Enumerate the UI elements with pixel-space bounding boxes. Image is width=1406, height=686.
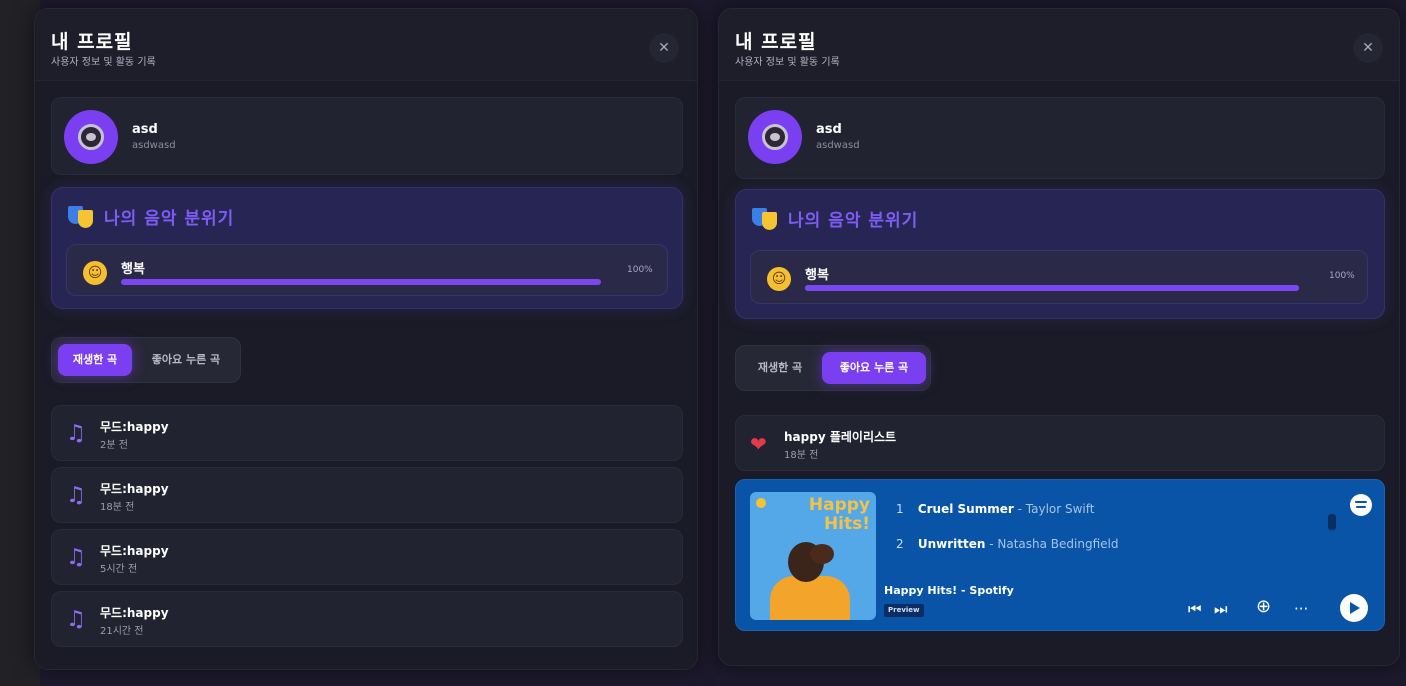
track-artist: Natasha Bedingfield xyxy=(997,537,1119,551)
history-title: 무드:happy xyxy=(100,482,169,496)
spotify-mini-icon xyxy=(756,498,766,508)
tab-played-songs[interactable]: 재생한 곡 xyxy=(742,352,818,384)
profile-modal-played: 내 프로필 사용자 정보 및 활동 기록 ✕ asd asdwasd 나의 음악… xyxy=(34,8,698,670)
mood-progress-track xyxy=(121,279,601,285)
close-button[interactable]: ✕ xyxy=(649,33,679,63)
next-track-icon[interactable]: ⏭ xyxy=(1214,598,1228,620)
tracklist-scrollbar[interactable] xyxy=(1328,514,1336,530)
mood-item: ☺ 행복 100% xyxy=(66,244,668,296)
mood-progress-fill xyxy=(121,279,601,285)
history-item[interactable]: ♫ 무드:happy 5시간 전 xyxy=(51,529,683,585)
tab-liked-songs[interactable]: 좋아요 누른 곡 xyxy=(136,344,236,376)
mood-progress-fill xyxy=(805,285,1299,291)
previous-track-icon[interactable]: ⏮ xyxy=(1188,598,1202,620)
user-id: asdwasd xyxy=(132,140,176,151)
modal-subtitle: 사용자 정보 및 활동 기록 xyxy=(51,57,156,68)
liked-title: happy 플레이리스트 xyxy=(784,430,897,444)
playlist-name[interactable]: Happy Hits! - Spotify xyxy=(884,584,1014,597)
music-mood-panel: 나의 음악 분위기 ☺ 행복 100% xyxy=(735,189,1385,319)
history-time: 5시간 전 xyxy=(100,564,138,575)
avatar xyxy=(64,110,118,164)
history-item[interactable]: ♫ 무드:happy 21시간 전 xyxy=(51,591,683,647)
track-artist: Taylor Swift xyxy=(1025,502,1095,516)
mood-percent: 100% xyxy=(627,265,653,275)
username: asd xyxy=(132,122,158,137)
preview-badge: Preview xyxy=(884,604,924,617)
liked-playlist-item[interactable]: ❤ happy 플레이리스트 18분 전 xyxy=(735,415,1385,471)
liked-time: 18분 전 xyxy=(784,450,819,461)
spotify-embed: Happy Hits! 1 Cruel Summer - Taylor Swif… xyxy=(735,479,1385,631)
music-note-icon: ♫ xyxy=(66,545,86,570)
music-note-icon: ♫ xyxy=(66,483,86,508)
theater-masks-icon xyxy=(68,205,94,228)
history-tabs: 재생한 곡 좋아요 누른 곡 xyxy=(51,337,241,383)
music-mood-panel: 나의 음악 분위기 ☺ 행복 100% xyxy=(51,187,683,309)
cover-art-figure xyxy=(770,576,850,620)
add-to-library-icon[interactable]: ⊕ xyxy=(1256,596,1271,618)
modal-header: 내 프로필 사용자 정보 및 활동 기록 ✕ xyxy=(35,9,697,81)
history-time: 2분 전 xyxy=(100,440,128,451)
track-separator: - xyxy=(1017,502,1026,516)
mood-title-row: 나의 음악 분위기 xyxy=(68,204,234,229)
mood-title-row: 나의 음악 분위기 xyxy=(752,206,918,231)
spotify-logo-icon[interactable] xyxy=(1350,494,1372,516)
history-item[interactable]: ♫ 무드:happy 2분 전 xyxy=(51,405,683,461)
close-button[interactable]: ✕ xyxy=(1353,33,1383,63)
modal-subtitle: 사용자 정보 및 활동 기록 xyxy=(735,57,840,68)
profile-card: asd asdwasd xyxy=(735,97,1385,179)
user-icon xyxy=(762,124,788,150)
cover-art-hand xyxy=(810,544,834,564)
cover-title: Happy Hits! xyxy=(808,495,870,534)
track-name: Unwritten xyxy=(917,537,986,551)
history-title: 무드:happy xyxy=(100,544,169,558)
user-icon xyxy=(78,124,104,150)
mood-name: 행복 xyxy=(805,268,829,283)
mood-progress-track xyxy=(805,285,1299,291)
mood-name: 행복 xyxy=(121,262,145,277)
mood-percent: 100% xyxy=(1329,271,1355,281)
mood-section-title: 나의 음악 분위기 xyxy=(104,209,235,229)
history-item[interactable]: ♫ 무드:happy 18분 전 xyxy=(51,467,683,523)
heart-icon: ❤ xyxy=(750,432,767,456)
user-id: asdwasd xyxy=(816,140,860,151)
modal-title: 내 프로필 xyxy=(51,31,133,53)
history-title: 무드:happy xyxy=(100,606,169,620)
history-time: 18분 전 xyxy=(100,502,135,513)
mood-section-title: 나의 음악 분위기 xyxy=(788,211,919,231)
tab-played-songs[interactable]: 재생한 곡 xyxy=(58,344,132,376)
smile-icon: ☺ xyxy=(767,267,791,291)
playlist-cover[interactable]: Happy Hits! xyxy=(750,492,876,620)
track-row[interactable]: 1 Cruel Summer - Taylor Swift xyxy=(896,502,1094,516)
track-name: Cruel Summer xyxy=(917,502,1014,516)
music-note-icon: ♫ xyxy=(66,607,86,632)
track-row[interactable]: 2 Unwritten - Natasha Bedingfield xyxy=(896,537,1118,551)
modal-header: 내 프로필 사용자 정보 및 활동 기록 ✕ xyxy=(719,9,1399,81)
history-tabs: 재생한 곡 좋아요 누른 곡 xyxy=(735,345,931,391)
history-title: 무드:happy xyxy=(100,420,169,434)
mood-item: ☺ 행복 100% xyxy=(750,250,1368,304)
track-number: 1 xyxy=(896,502,904,516)
track-number: 2 xyxy=(896,537,904,551)
smile-icon: ☺ xyxy=(83,261,107,285)
modal-title: 내 프로필 xyxy=(735,31,817,53)
more-options-icon[interactable]: ··· xyxy=(1294,598,1308,620)
profile-modal-liked: 내 프로필 사용자 정보 및 활동 기록 ✕ asd asdwasd 나의 음악… xyxy=(718,8,1400,666)
profile-card: asd asdwasd xyxy=(51,97,683,175)
tab-liked-songs[interactable]: 좋아요 누른 곡 xyxy=(822,352,926,384)
music-note-icon: ♫ xyxy=(66,421,86,446)
avatar xyxy=(748,110,802,164)
theater-masks-icon xyxy=(752,207,778,230)
history-time: 21시간 전 xyxy=(100,626,144,637)
play-button[interactable] xyxy=(1340,594,1368,622)
username: asd xyxy=(816,122,842,137)
